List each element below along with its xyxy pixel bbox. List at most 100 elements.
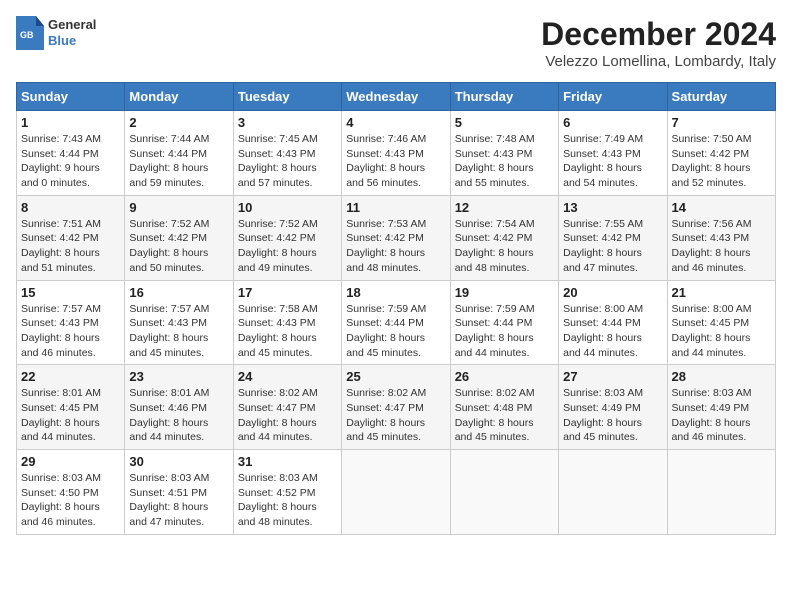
day-detail: Sunrise: 8:02 AM Sunset: 4:48 PM Dayligh… <box>455 386 554 445</box>
day-detail: Sunrise: 7:44 AM Sunset: 4:44 PM Dayligh… <box>129 132 228 191</box>
calendar-cell <box>342 450 450 535</box>
calendar-cell: 27 Sunrise: 8:03 AM Sunset: 4:49 PM Dayli… <box>559 365 667 450</box>
calendar-cell: 6Sunrise: 7:49 AM Sunset: 4:43 PM Daylig… <box>559 111 667 196</box>
day-number: 15 <box>21 285 120 300</box>
calendar-cell <box>450 450 558 535</box>
calendar-cell: 28 Sunrise: 8:03 AM Sunset: 4:49 PM Dayli… <box>667 365 775 450</box>
day-detail: Sunrise: 7:45 AM Sunset: 4:43 PM Dayligh… <box>238 132 337 191</box>
calendar-cell: 29 Sunrise: 8:03 AM Sunset: 4:50 PM Dayli… <box>17 450 125 535</box>
calendar-cell: 5Sunrise: 7:48 AM Sunset: 4:43 PM Daylig… <box>450 111 558 196</box>
calendar-cell: 19 Sunrise: 7:59 AM Sunset: 4:44 PM Dayli… <box>450 280 558 365</box>
col-header-tuesday: Tuesday <box>233 83 341 111</box>
day-detail: Sunrise: 7:59 AM Sunset: 4:44 PM Dayligh… <box>346 302 445 361</box>
week-row-3: 15 Sunrise: 7:57 AM Sunset: 4:43 PM Dayli… <box>17 280 776 365</box>
day-detail: Sunrise: 8:03 AM Sunset: 4:49 PM Dayligh… <box>672 386 771 445</box>
day-number: 22 <box>21 369 120 384</box>
calendar-cell: 24Sunrise: 8:02 AM Sunset: 4:47 PM Dayli… <box>233 365 341 450</box>
day-detail: Sunrise: 7:49 AM Sunset: 4:43 PM Dayligh… <box>563 132 662 191</box>
calendar-cell: 12 Sunrise: 7:54 AM Sunset: 4:42 PM Dayli… <box>450 195 558 280</box>
calendar-cell: 9Sunrise: 7:52 AM Sunset: 4:42 PM Daylig… <box>125 195 233 280</box>
day-number: 13 <box>563 200 662 215</box>
day-number: 2 <box>129 115 228 130</box>
calendar-cell: 8 Sunrise: 7:51 AM Sunset: 4:42 PM Daylig… <box>17 195 125 280</box>
day-detail: Sunrise: 7:54 AM Sunset: 4:42 PM Dayligh… <box>455 217 554 276</box>
calendar-cell: 1Sunrise: 7:43 AM Sunset: 4:44 PM Daylig… <box>17 111 125 196</box>
logo-text: General Blue <box>48 17 96 48</box>
calendar-cell: 16 Sunrise: 7:57 AM Sunset: 4:43 PM Dayli… <box>125 280 233 365</box>
day-number: 28 <box>672 369 771 384</box>
day-detail: Sunrise: 7:51 AM Sunset: 4:42 PM Dayligh… <box>21 217 120 276</box>
day-detail: Sunrise: 8:01 AM Sunset: 4:46 PM Dayligh… <box>129 386 228 445</box>
day-number: 16 <box>129 285 228 300</box>
page-title: December 2024 <box>541 16 776 53</box>
day-detail: Sunrise: 8:02 AM Sunset: 4:47 PM Dayligh… <box>346 386 445 445</box>
day-detail: Sunrise: 7:46 AM Sunset: 4:43 PM Dayligh… <box>346 132 445 191</box>
calendar-cell: 4 Sunrise: 7:46 AM Sunset: 4:43 PM Daylig… <box>342 111 450 196</box>
day-number: 21 <box>672 285 771 300</box>
day-number: 4 <box>346 115 445 130</box>
calendar-cell: 25Sunrise: 8:02 AM Sunset: 4:47 PM Dayli… <box>342 365 450 450</box>
day-number: 7 <box>672 115 771 130</box>
day-number: 19 <box>455 285 554 300</box>
calendar-cell: 21 Sunrise: 8:00 AM Sunset: 4:45 PM Dayli… <box>667 280 775 365</box>
day-detail: Sunrise: 7:50 AM Sunset: 4:42 PM Dayligh… <box>672 132 771 191</box>
day-number: 27 <box>563 369 662 384</box>
day-number: 1 <box>21 115 120 130</box>
day-number: 3 <box>238 115 337 130</box>
day-number: 18 <box>346 285 445 300</box>
calendar-cell: 20 Sunrise: 8:00 AM Sunset: 4:44 PM Dayli… <box>559 280 667 365</box>
day-detail: Sunrise: 7:52 AM Sunset: 4:42 PM Dayligh… <box>238 217 337 276</box>
day-detail: Sunrise: 7:48 AM Sunset: 4:43 PM Dayligh… <box>455 132 554 191</box>
page-subtitle: Velezzo Lomellina, Lombardy, Italy <box>541 53 776 70</box>
day-number: 23 <box>129 369 228 384</box>
day-detail: Sunrise: 8:03 AM Sunset: 4:50 PM Dayligh… <box>21 471 120 530</box>
day-detail: Sunrise: 8:01 AM Sunset: 4:45 PM Dayligh… <box>21 386 120 445</box>
col-header-friday: Friday <box>559 83 667 111</box>
calendar-cell: 18 Sunrise: 7:59 AM Sunset: 4:44 PM Dayli… <box>342 280 450 365</box>
day-detail: Sunrise: 7:59 AM Sunset: 4:44 PM Dayligh… <box>455 302 554 361</box>
day-number: 12 <box>455 200 554 215</box>
day-detail: Sunrise: 8:02 AM Sunset: 4:47 PM Dayligh… <box>238 386 337 445</box>
day-detail: Sunrise: 7:57 AM Sunset: 4:43 PM Dayligh… <box>129 302 228 361</box>
calendar-cell: 17Sunrise: 7:58 AM Sunset: 4:43 PM Dayli… <box>233 280 341 365</box>
calendar-cell: 13 Sunrise: 7:55 AM Sunset: 4:42 PM Dayli… <box>559 195 667 280</box>
day-detail: Sunrise: 8:03 AM Sunset: 4:51 PM Dayligh… <box>129 471 228 530</box>
logo-icon: GB <box>16 16 44 50</box>
col-header-sunday: Sunday <box>17 83 125 111</box>
day-detail: Sunrise: 8:00 AM Sunset: 4:44 PM Dayligh… <box>563 302 662 361</box>
calendar-cell: 3 Sunrise: 7:45 AM Sunset: 4:43 PM Daylig… <box>233 111 341 196</box>
day-number: 8 <box>21 200 120 215</box>
col-header-wednesday: Wednesday <box>342 83 450 111</box>
calendar-cell: 30 Sunrise: 8:03 AM Sunset: 4:51 PM Dayli… <box>125 450 233 535</box>
day-detail: Sunrise: 7:58 AM Sunset: 4:43 PM Dayligh… <box>238 302 337 361</box>
day-number: 20 <box>563 285 662 300</box>
day-detail: Sunrise: 8:03 AM Sunset: 4:49 PM Dayligh… <box>563 386 662 445</box>
calendar-cell: 14Sunrise: 7:56 AM Sunset: 4:43 PM Dayli… <box>667 195 775 280</box>
calendar-cell: 15 Sunrise: 7:57 AM Sunset: 4:43 PM Dayli… <box>17 280 125 365</box>
page-header: GB General Blue December 2024 Velezzo Lo… <box>16 16 776 70</box>
calendar-cell: 23 Sunrise: 8:01 AM Sunset: 4:46 PM Dayli… <box>125 365 233 450</box>
calendar-cell: 26Sunrise: 8:02 AM Sunset: 4:48 PM Dayli… <box>450 365 558 450</box>
week-row-1: 1Sunrise: 7:43 AM Sunset: 4:44 PM Daylig… <box>17 111 776 196</box>
day-detail: Sunrise: 7:57 AM Sunset: 4:43 PM Dayligh… <box>21 302 120 361</box>
calendar-header: SundayMondayTuesdayWednesdayThursdayFrid… <box>17 83 776 111</box>
calendar-cell: 10 Sunrise: 7:52 AM Sunset: 4:42 PM Dayli… <box>233 195 341 280</box>
week-row-2: 8 Sunrise: 7:51 AM Sunset: 4:42 PM Daylig… <box>17 195 776 280</box>
col-header-thursday: Thursday <box>450 83 558 111</box>
calendar-table: SundayMondayTuesdayWednesdayThursdayFrid… <box>16 82 776 535</box>
day-number: 10 <box>238 200 337 215</box>
day-detail: Sunrise: 7:53 AM Sunset: 4:42 PM Dayligh… <box>346 217 445 276</box>
day-detail: Sunrise: 7:52 AM Sunset: 4:42 PM Dayligh… <box>129 217 228 276</box>
svg-text:GB: GB <box>20 30 34 40</box>
day-detail: Sunrise: 8:00 AM Sunset: 4:45 PM Dayligh… <box>672 302 771 361</box>
col-header-monday: Monday <box>125 83 233 111</box>
calendar-cell <box>667 450 775 535</box>
calendar-cell: 7 Sunrise: 7:50 AM Sunset: 4:42 PM Daylig… <box>667 111 775 196</box>
day-number: 29 <box>21 454 120 469</box>
col-header-saturday: Saturday <box>667 83 775 111</box>
calendar-cell: 2 Sunrise: 7:44 AM Sunset: 4:44 PM Daylig… <box>125 111 233 196</box>
calendar-cell: 31Sunrise: 8:03 AM Sunset: 4:52 PM Dayli… <box>233 450 341 535</box>
day-detail: Sunrise: 7:55 AM Sunset: 4:42 PM Dayligh… <box>563 217 662 276</box>
day-number: 30 <box>129 454 228 469</box>
day-number: 14 <box>672 200 771 215</box>
